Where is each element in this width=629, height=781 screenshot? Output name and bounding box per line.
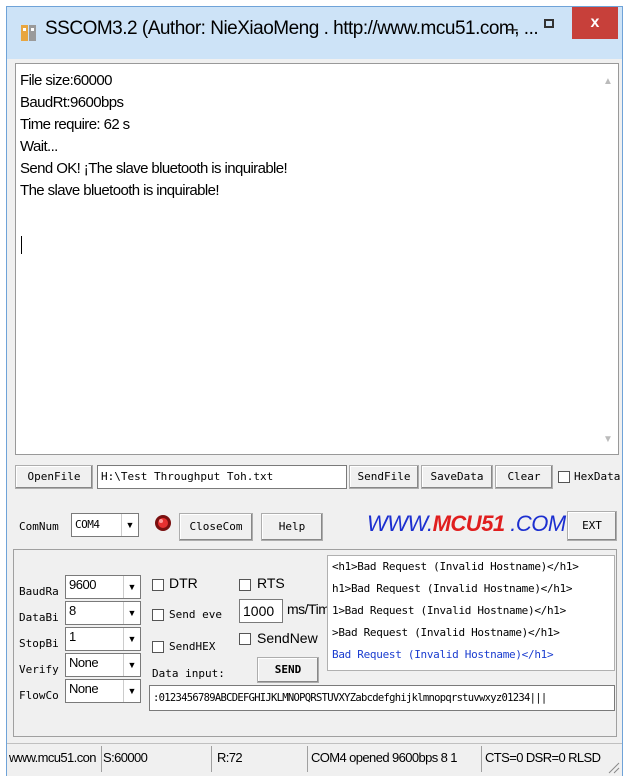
history-item[interactable]: h1>Bad Request (Invalid Hostname)</h1> xyxy=(332,582,573,595)
dtr-label: DTR xyxy=(169,575,198,591)
status-divider xyxy=(101,746,102,772)
verify-select[interactable]: None ▼ xyxy=(65,653,141,677)
com-port-select[interactable]: COM4 ▼ xyxy=(71,513,139,537)
stopbits-label: StopBi xyxy=(19,637,59,650)
status-port-state: COM4 opened 9600bps 8 1 xyxy=(311,750,458,765)
window-title: SSCOM3.2 (Author: NieXiaoMeng . http://w… xyxy=(45,18,539,39)
app-icon xyxy=(21,25,36,41)
close-com-button[interactable]: CloseCom xyxy=(179,513,253,541)
send-new-checkbox[interactable] xyxy=(239,633,251,645)
receive-scrollbar[interactable]: ▲ ▼ xyxy=(600,64,618,454)
receive-text: File size:60000 BaudRt:9600bps Time requ… xyxy=(20,72,288,199)
databits-select[interactable]: 8 ▼ xyxy=(65,601,141,625)
chevron-down-icon[interactable]: ▼ xyxy=(123,602,140,624)
status-site: www.mcu51.con xyxy=(9,750,96,765)
banner-brand: MCU51 xyxy=(432,511,506,536)
history-item[interactable]: <h1>Bad Request (Invalid Hostname)</h1> xyxy=(332,560,579,573)
interval-input[interactable]: 1000 xyxy=(239,599,283,623)
banner-suffix: .COM xyxy=(504,511,566,536)
status-divider xyxy=(481,746,482,772)
dtr-checkbox[interactable] xyxy=(152,579,164,591)
rts-checkbox[interactable] xyxy=(239,579,251,591)
history-item-selected[interactable]: Bad Request (Invalid Hostname)</h1> xyxy=(332,648,554,661)
stopbits-select[interactable]: 1 ▼ xyxy=(65,627,141,651)
help-button[interactable]: Help xyxy=(261,513,323,541)
rts-label: RTS xyxy=(257,575,285,591)
status-divider xyxy=(307,746,308,772)
status-divider xyxy=(211,746,212,772)
send-file-button[interactable]: SendFile xyxy=(349,465,419,489)
databits-value: 8 xyxy=(69,603,76,618)
clear-button[interactable]: Clear xyxy=(495,465,553,489)
close-button[interactable]: x xyxy=(572,7,618,39)
website-banner[interactable]: WWW.MCU51 .COM xyxy=(367,511,566,537)
minimize-button[interactable]: – xyxy=(497,17,527,41)
chevron-down-icon[interactable]: ▼ xyxy=(123,680,140,702)
send-every-checkbox[interactable] xyxy=(152,609,164,621)
history-item[interactable]: 1>Bad Request (Invalid Hostname)</h1> xyxy=(332,604,566,617)
status-bar: www.mcu51.con S:60000 R:72 COM4 opened 9… xyxy=(7,743,622,776)
maximize-icon xyxy=(544,19,554,28)
chevron-down-icon[interactable]: ▼ xyxy=(123,628,140,650)
open-file-button[interactable]: OpenFile xyxy=(15,465,93,489)
baudrate-select[interactable]: 9600 ▼ xyxy=(65,575,141,599)
data-input-field[interactable]: :0123456789ABCDEFGHIJKLMNOPQRSTUVXYZabcd… xyxy=(149,685,615,711)
text-cursor xyxy=(21,236,22,254)
send-history-list[interactable]: <h1>Bad Request (Invalid Hostname)</h1> … xyxy=(327,555,615,671)
stopbits-value: 1 xyxy=(69,629,76,644)
status-line-state: CTS=0 DSR=0 RLSD xyxy=(485,750,601,765)
baudrate-value: 9600 xyxy=(69,577,96,592)
scroll-up-icon[interactable]: ▲ xyxy=(603,76,613,87)
banner-prefix: WWW. xyxy=(367,511,433,536)
resize-grip-icon[interactable] xyxy=(606,760,620,774)
receive-area[interactable]: File size:60000 BaudRt:9600bps Time requ… xyxy=(15,63,619,455)
send-button[interactable]: SEND xyxy=(257,657,319,683)
scroll-down-icon[interactable]: ▼ xyxy=(603,434,613,445)
baudrate-label: BaudRa xyxy=(19,585,59,598)
chevron-down-icon[interactable]: ▼ xyxy=(123,576,140,598)
maximize-button[interactable] xyxy=(535,15,565,39)
status-received-count: R:72 xyxy=(217,750,243,765)
title-bar[interactable]: SSCOM3.2 (Author: NieXiaoMeng . http://w… xyxy=(7,7,622,59)
hex-data-checkbox[interactable] xyxy=(558,471,570,483)
save-data-button[interactable]: SaveData xyxy=(421,465,493,489)
file-path-input[interactable]: H:\Test Throughput Toh.txt xyxy=(97,465,347,489)
databits-label: DataBi xyxy=(19,611,59,624)
send-every-label: Send eve xyxy=(169,608,222,621)
flowcon-label: FlowCo xyxy=(19,689,59,702)
verify-value: None xyxy=(69,655,99,670)
sscom-window: SSCOM3.2 (Author: NieXiaoMeng . http://w… xyxy=(6,6,623,776)
flowcon-select[interactable]: None ▼ xyxy=(65,679,141,703)
status-sent-count: S:60000 xyxy=(103,750,148,765)
send-hex-label: SendHEX xyxy=(169,640,216,653)
flowcon-value: None xyxy=(69,681,99,696)
hex-data-label: HexData xyxy=(574,470,621,483)
ext-button[interactable]: EXT xyxy=(567,511,617,541)
send-new-label: SendNew xyxy=(257,630,318,646)
data-input-label: Data input: xyxy=(152,667,225,680)
history-item[interactable]: >Bad Request (Invalid Hostname)</h1> xyxy=(332,626,560,639)
chevron-down-icon[interactable]: ▼ xyxy=(121,514,138,536)
verify-label: Verify xyxy=(19,663,59,676)
chevron-down-icon[interactable]: ▼ xyxy=(123,654,140,676)
port-status-icon xyxy=(155,515,171,531)
com-port-value: COM4 xyxy=(75,518,100,531)
send-hex-checkbox[interactable] xyxy=(152,641,164,653)
comnum-label: ComNum xyxy=(19,520,59,533)
